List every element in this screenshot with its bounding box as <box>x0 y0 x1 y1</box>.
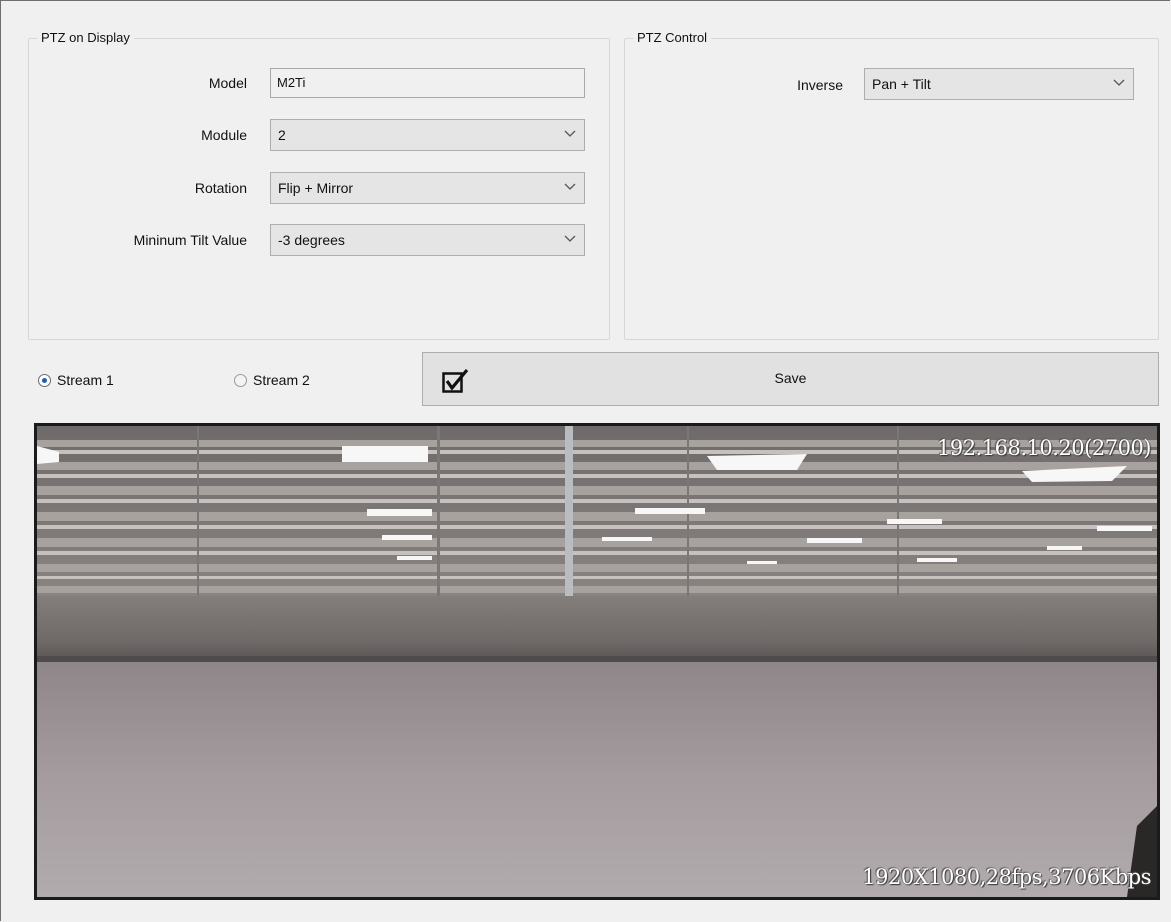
min-tilt-select-value: -3 degrees <box>278 232 345 248</box>
inverse-select-value: Pan + Tilt <box>872 76 931 92</box>
chevron-down-icon <box>564 183 576 190</box>
module-select-value: 2 <box>278 127 286 143</box>
inverse-label: Inverse <box>797 77 843 93</box>
module-select[interactable]: 2 <box>270 119 585 151</box>
video-preview: 192.168.10.20(2700) 1920X1080,28fps,3706… <box>34 423 1160 900</box>
min-tilt-select[interactable]: -3 degrees <box>270 224 585 256</box>
rotation-label: Rotation <box>194 180 247 196</box>
camera-feed-image <box>37 426 1157 897</box>
module-label: Module <box>201 127 247 143</box>
chevron-down-icon <box>564 130 576 137</box>
stream-address-overlay: 192.168.10.20(2700) <box>937 436 1151 460</box>
ptz-display-title: PTZ on Display <box>37 30 134 45</box>
chevron-down-icon <box>1113 79 1125 86</box>
model-label: Model <box>208 75 247 91</box>
min-tilt-label: Mininum Tilt Value <box>133 232 247 248</box>
radio-checked-icon <box>38 373 51 387</box>
stream1-radio[interactable]: Stream 1 <box>38 372 114 388</box>
stream2-radio[interactable]: Stream 2 <box>234 372 310 388</box>
model-field: M2Ti <box>270 68 585 98</box>
ptz-control-title: PTZ Control <box>633 30 712 45</box>
rotation-select-value: Flip + Mirror <box>278 180 354 196</box>
radio-unchecked-icon <box>234 373 247 387</box>
save-button-label: Save <box>774 370 807 386</box>
stream2-label: Stream 2 <box>253 372 310 388</box>
stream-stats-overlay: 1920X1080,28fps,3706Kbps <box>862 865 1151 889</box>
save-button[interactable]: Save <box>422 352 1159 406</box>
rotation-select[interactable]: Flip + Mirror <box>270 172 585 204</box>
chevron-down-icon <box>564 235 576 242</box>
stream1-label: Stream 1 <box>57 372 114 388</box>
inverse-select[interactable]: Pan + Tilt <box>864 68 1134 100</box>
